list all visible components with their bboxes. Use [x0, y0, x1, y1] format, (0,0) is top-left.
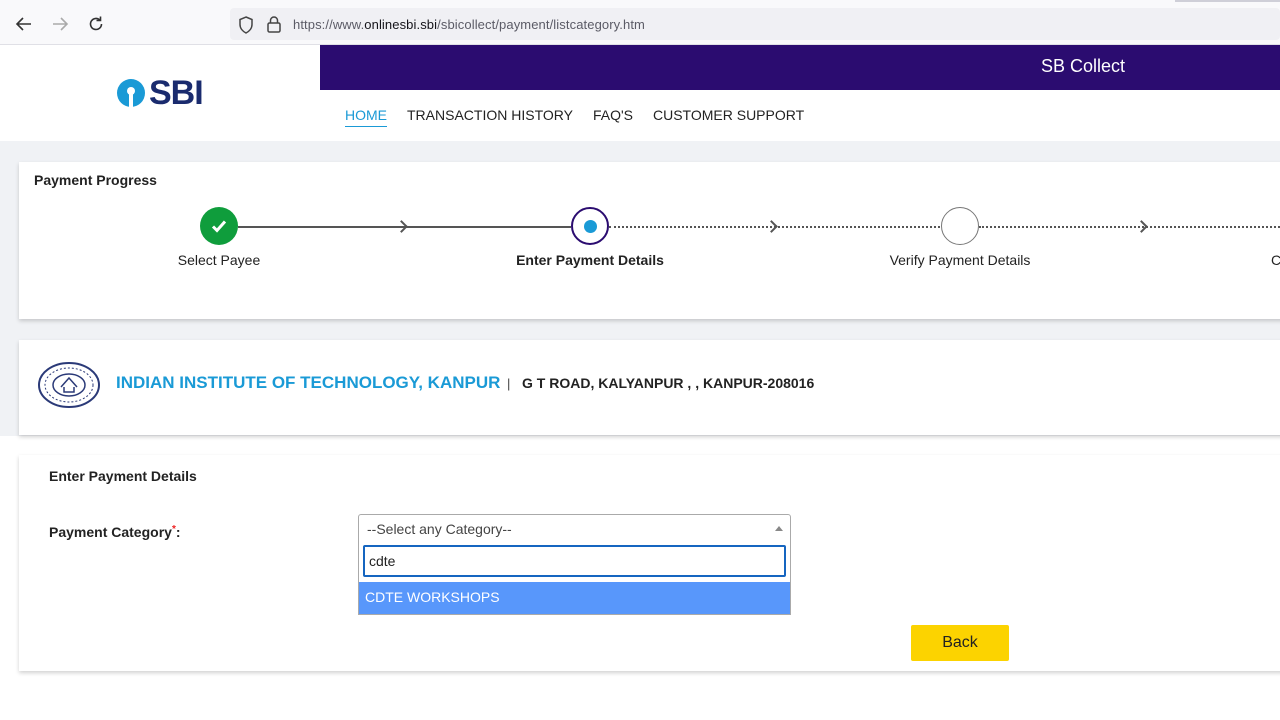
- category-dropdown: CDTE WORKSHOPS: [358, 541, 791, 615]
- step-done-check-icon: [200, 207, 238, 245]
- menu-faqs[interactable]: FAQ'S: [593, 107, 633, 127]
- main-menu: HOME TRANSACTION HISTORY FAQ'S CUSTOMER …: [345, 107, 804, 127]
- progress-title: Payment Progress: [34, 172, 157, 188]
- lock-icon[interactable]: [266, 15, 282, 38]
- logo-text: SBI: [149, 73, 204, 112]
- menu-customer-support[interactable]: CUSTOMER SUPPORT: [653, 107, 804, 127]
- step-current-indicator: [571, 207, 609, 245]
- category-option[interactable]: CDTE WORKSHOPS: [359, 582, 790, 614]
- institute-address: G T ROAD, KALYANPUR , , KANPUR-208016: [522, 375, 815, 391]
- step-label: Select Payee: [177, 252, 261, 268]
- url-text[interactable]: https://www.onlinesbi.sbi/sbicollect/pay…: [293, 17, 645, 32]
- triangle-up-icon: [775, 526, 783, 531]
- payment-category-label: Payment Category*:: [49, 524, 181, 540]
- progress-connector-pending: [979, 226, 1280, 228]
- product-title: SB Collect: [1040, 56, 1125, 76]
- step-label: Enter Payment Details: [516, 252, 664, 268]
- brand-bar: [320, 45, 1280, 90]
- window-edge: [1175, 0, 1280, 2]
- back-button[interactable]: Back: [911, 625, 1009, 661]
- menu-home[interactable]: HOME: [345, 107, 387, 127]
- step-pending-indicator: [941, 207, 979, 245]
- label-colon: :: [175, 524, 181, 540]
- payment-category-label-text: Payment Category: [49, 524, 172, 540]
- payment-details-title: Enter Payment Details: [49, 468, 197, 484]
- institute-name: INDIAN INSTITUTE OF TECHNOLOGY, KANPUR: [116, 373, 501, 392]
- reload-icon[interactable]: [84, 12, 108, 36]
- arrow-right-icon[interactable]: [48, 12, 72, 36]
- payment-category-select[interactable]: --Select any Category--: [358, 514, 791, 542]
- sbi-logo-icon: [117, 79, 145, 108]
- select-value: --Select any Category--: [367, 521, 512, 537]
- step-label: Verify Payment Details: [889, 252, 1031, 268]
- step-label: C: [1270, 252, 1280, 268]
- shield-icon[interactable]: [238, 16, 254, 39]
- institute-separator: |: [507, 376, 511, 391]
- category-search-input[interactable]: [363, 545, 786, 577]
- sbi-logo[interactable]: SBI: [116, 73, 204, 112]
- arrow-left-icon[interactable]: [12, 12, 36, 36]
- institute-seal-icon: [37, 361, 101, 414]
- menu-transaction-history[interactable]: TRANSACTION HISTORY: [407, 107, 573, 127]
